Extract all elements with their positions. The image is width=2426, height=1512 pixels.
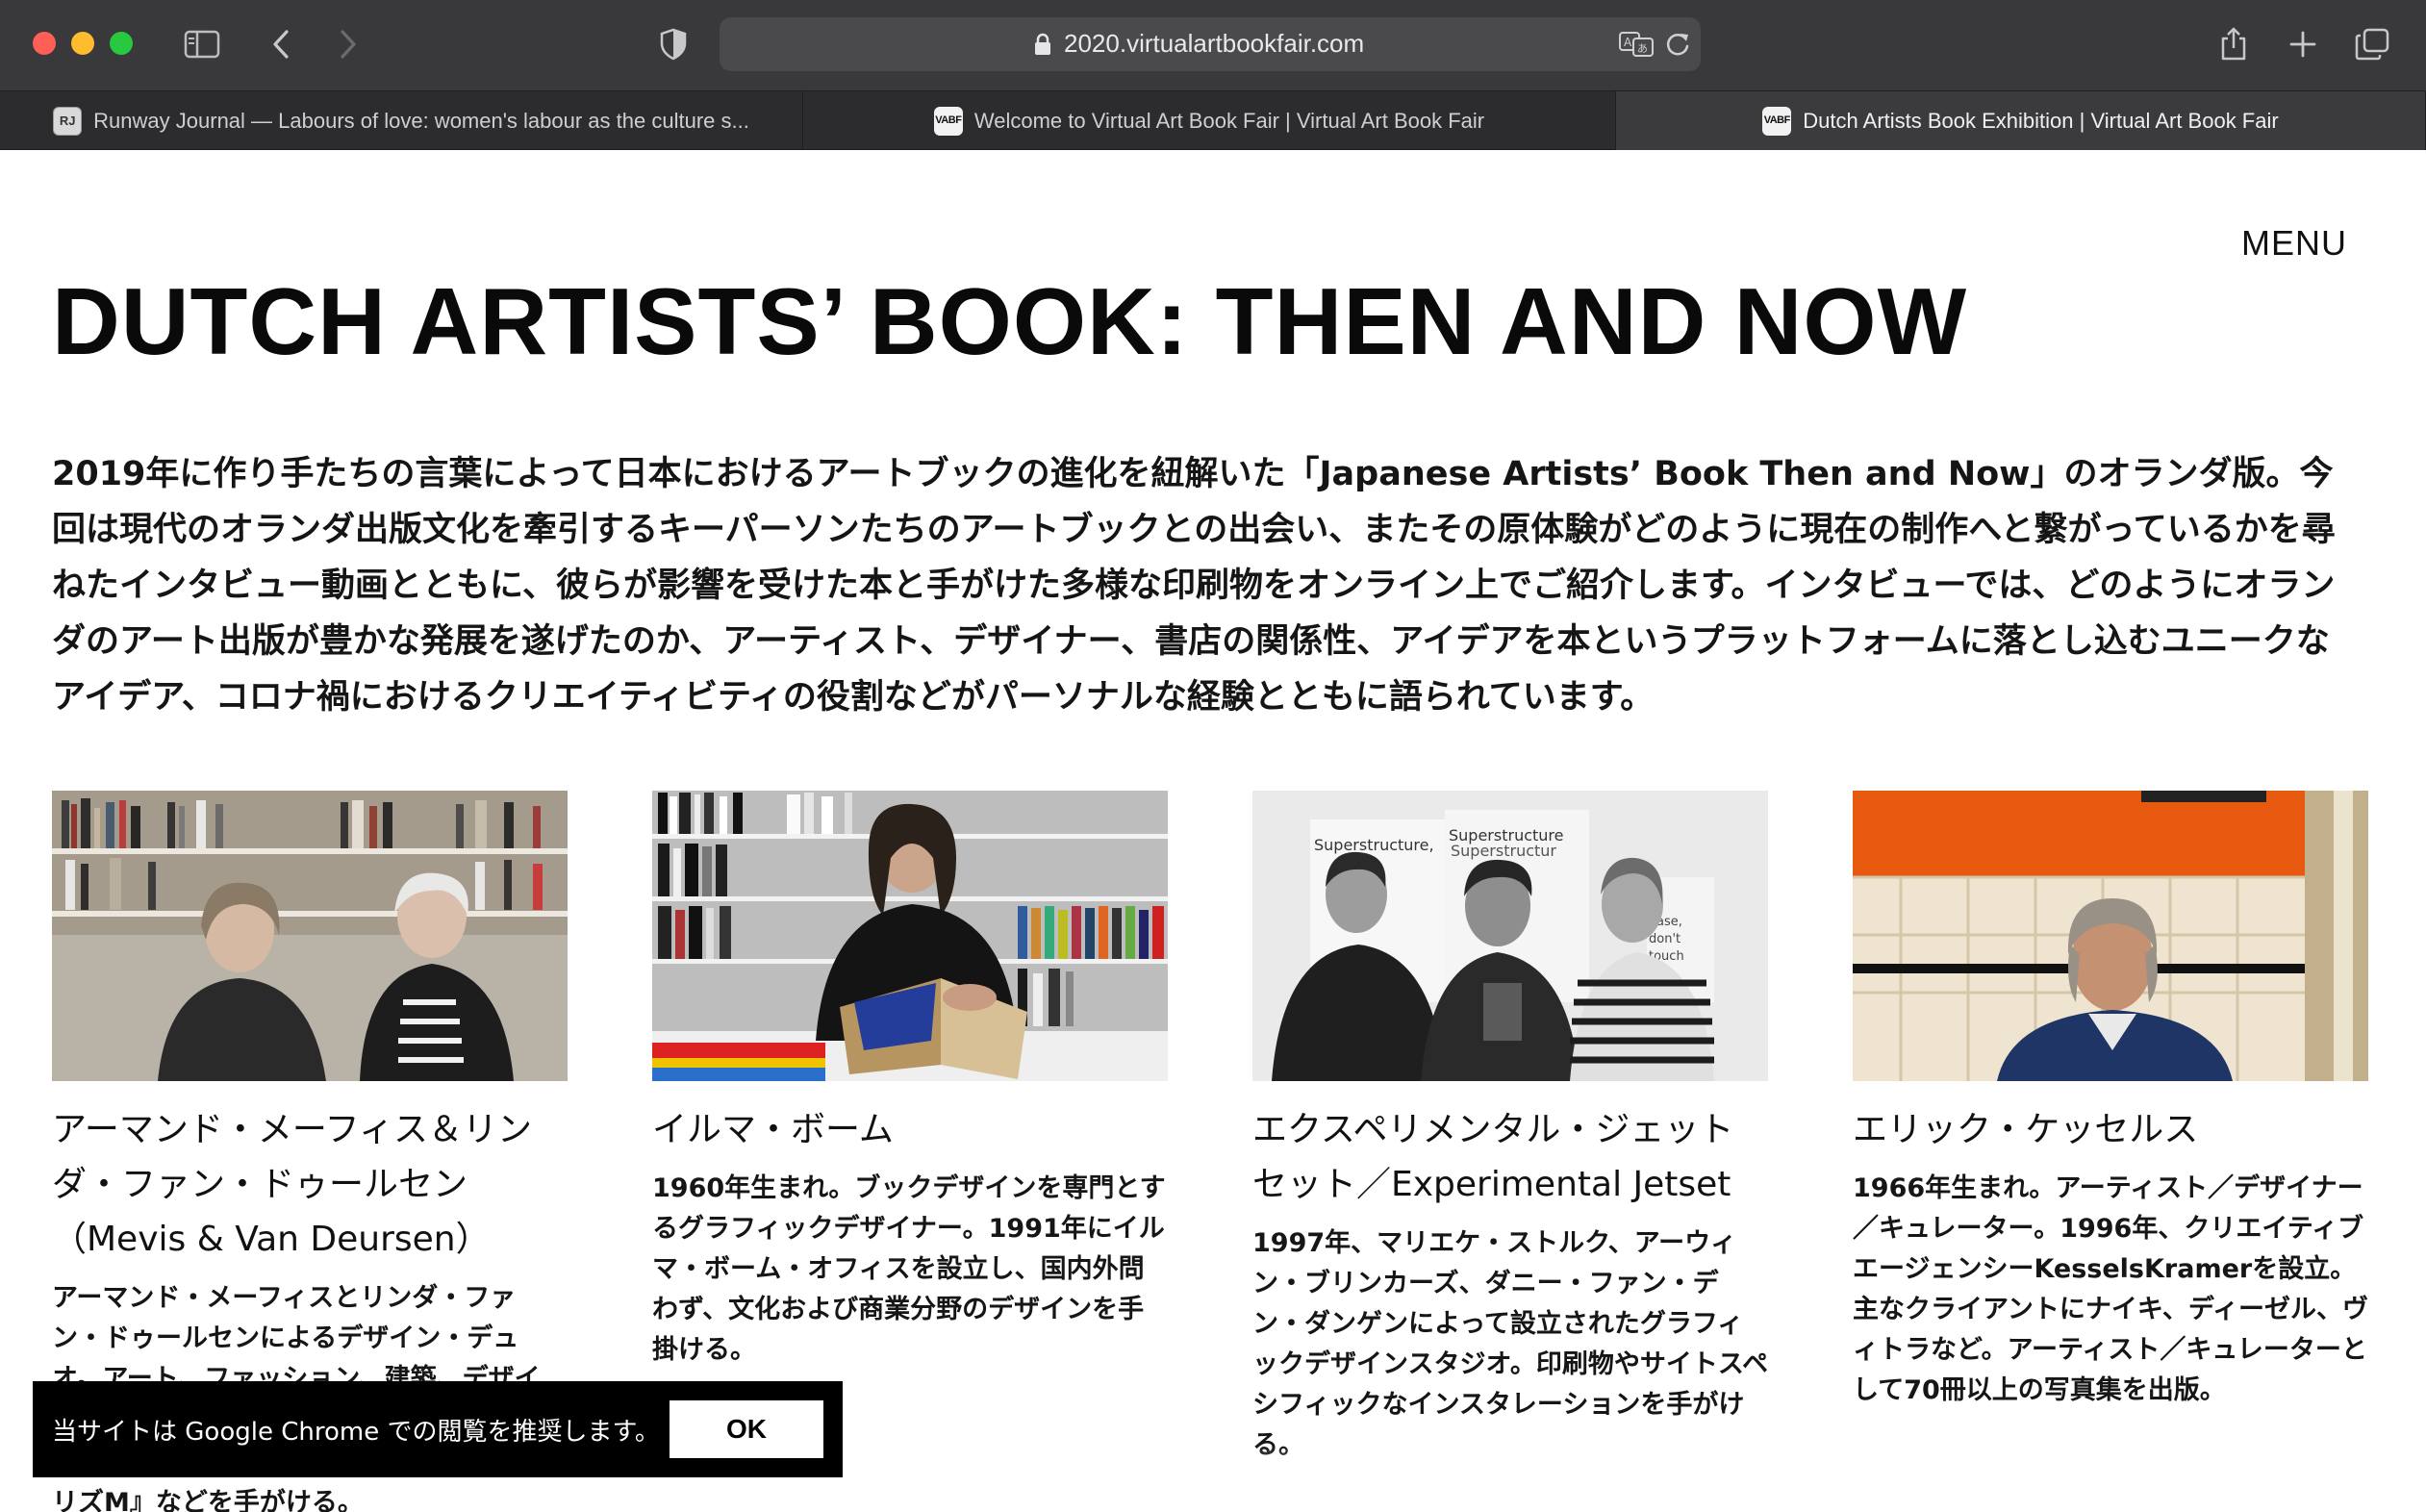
artist-photo-mevis-van-deursen[interactable] bbox=[52, 791, 568, 1081]
web-page: MENU DUTCH ARTISTS’ BOOK: THEN AND NOW 2… bbox=[0, 150, 2426, 1512]
artist-card[interactable]: Superstructure, Superstructure Superstru… bbox=[1252, 791, 1768, 1466]
tab-title: Dutch Artists Book Exhibition | Virtual … bbox=[1803, 108, 2279, 133]
vabf-favicon-icon: VABF bbox=[1762, 106, 1792, 136]
artist-description: 1966年生まれ。アーティスト／デザイナー／キュレーター。1996年、クリエイテ… bbox=[1853, 1173, 2368, 1405]
browser-toolbar: 2020.virtualartbookfair.com Aあ bbox=[0, 0, 2426, 90]
tab-dutch-artists-book[interactable]: VABF Dutch Artists Book Exhibition | Vir… bbox=[1616, 91, 2426, 150]
privacy-shield-icon[interactable] bbox=[654, 19, 693, 69]
lock-icon bbox=[1033, 33, 1052, 60]
svg-text:don't: don't bbox=[1649, 932, 1681, 946]
artist-name[interactable]: アーマンド・メーフィス＆リンダ・ファン・ドゥールセン（Mevis & Van D… bbox=[52, 1102, 568, 1267]
artist-photo-irma-boom[interactable] bbox=[652, 791, 1168, 1081]
browser-notice-banner: 当サイトは Google Chrome での閲覧を推奨します。 OK bbox=[33, 1381, 843, 1477]
svg-text:あ: あ bbox=[1637, 42, 1648, 55]
artist-name[interactable]: エリック・ケッセルス bbox=[1853, 1102, 2368, 1157]
artist-photo-erik-kessels[interactable] bbox=[1853, 791, 2368, 1081]
tab-overview-icon[interactable] bbox=[2351, 19, 2393, 69]
tab-title: Runway Journal — Labours of love: women'… bbox=[93, 108, 749, 133]
back-icon[interactable] bbox=[262, 19, 300, 69]
page-title: DUTCH ARTISTS’ BOOK: THEN AND NOW bbox=[52, 268, 1968, 374]
tab-title: Welcome to Virtual Art Book Fair | Virtu… bbox=[973, 108, 1485, 133]
minimize-window-button[interactable] bbox=[71, 32, 94, 55]
share-icon[interactable] bbox=[2212, 19, 2255, 69]
address-bar[interactable]: 2020.virtualartbookfair.com Aあ bbox=[720, 17, 1701, 71]
artist-name[interactable]: イルマ・ボーム bbox=[652, 1102, 1168, 1157]
artist-name[interactable]: エクスペリメンタル・ジェットセット／Experimental Jetset bbox=[1252, 1102, 1768, 1212]
menu-button[interactable]: MENU bbox=[2241, 223, 2347, 264]
tab-welcome-vabf[interactable]: VABF Welcome to Virtual Art Book Fair | … bbox=[803, 91, 1616, 150]
artist-description: 1997年、マリエケ・ストルク、アーウィン・ブリンカーズ、ダニー・ファン・デン・… bbox=[1252, 1228, 1768, 1460]
url-text: 2020.virtualartbookfair.com bbox=[1064, 29, 1365, 58]
poster-text-icon: Superstructure, bbox=[1314, 836, 1434, 854]
sidebar-toggle-icon[interactable] bbox=[179, 19, 225, 69]
forward-icon[interactable] bbox=[329, 19, 367, 69]
close-window-button[interactable] bbox=[33, 32, 56, 55]
vabf-favicon-icon: VABF bbox=[933, 106, 963, 136]
svg-text:A: A bbox=[1624, 36, 1632, 49]
artist-description: 1960年生まれ。ブックデザインを専門とするグラフィックデザイナー。1991年に… bbox=[652, 1173, 1166, 1365]
new-tab-icon[interactable] bbox=[2282, 19, 2324, 69]
artist-card[interactable]: イルマ・ボーム 1960年生まれ。ブックデザインを専門とするグラフィックデザイナ… bbox=[652, 791, 1168, 1371]
notice-text: 当サイトは Google Chrome での閲覧を推奨します。 bbox=[52, 1417, 660, 1447]
artist-card[interactable]: エリック・ケッセルス 1966年生まれ。アーティスト／デザイナー／キュレーター。… bbox=[1853, 791, 2368, 1411]
tab-bar: RJ Runway Journal — Labours of love: wom… bbox=[0, 90, 2426, 150]
zoom-window-button[interactable] bbox=[110, 32, 133, 55]
artist-photo-experimental-jetset[interactable]: Superstructure, Superstructure Superstru… bbox=[1252, 791, 1768, 1081]
svg-text:Superstructur: Superstructur bbox=[1451, 842, 1556, 860]
notice-ok-button[interactable]: OK bbox=[670, 1400, 823, 1458]
runway-journal-favicon-icon: RJ bbox=[53, 106, 83, 136]
browser-window: 2020.virtualartbookfair.com Aあ RJ Runway… bbox=[0, 0, 2426, 1512]
overflow-text: リズM』などを手がける。 bbox=[52, 1488, 364, 1512]
artist-card[interactable]: アーマンド・メーフィス＆リンダ・ファン・ドゥールセン（Mevis & Van D… bbox=[52, 791, 568, 1399]
reload-icon[interactable] bbox=[1664, 30, 1691, 63]
tab-runway-journal[interactable]: RJ Runway Journal — Labours of love: wom… bbox=[0, 91, 803, 150]
translate-icon[interactable]: Aあ bbox=[1618, 30, 1656, 63]
intro-paragraph: 2019年に作り手たちの言葉によって日本におけるアートブックの進化を紐解いた「J… bbox=[52, 455, 2336, 717]
